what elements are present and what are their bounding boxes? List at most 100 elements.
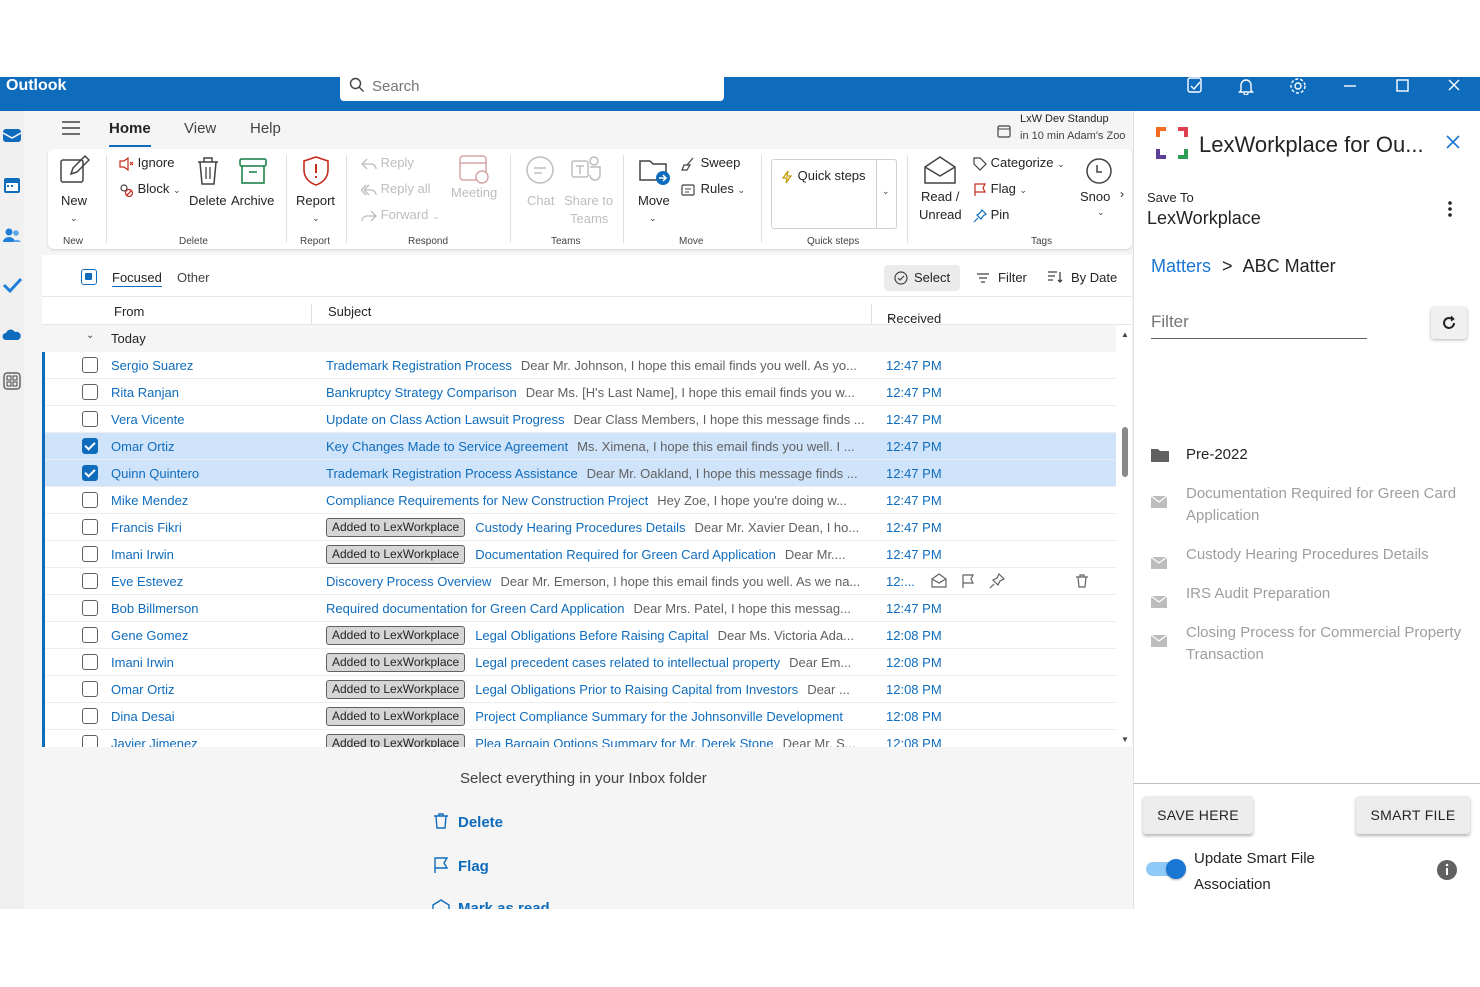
- flag-button[interactable]: Flag ⌄: [973, 181, 1027, 197]
- envelope-open-icon[interactable]: [923, 155, 957, 190]
- apps-icon[interactable]: [2, 371, 22, 391]
- chevron-down-icon[interactable]: ⌄: [1097, 207, 1105, 218]
- row-checkbox[interactable]: [82, 573, 98, 589]
- forward-button[interactable]: Forward ⌄: [361, 207, 439, 222]
- bulk-mark-read-button[interactable]: Mark as read: [432, 898, 550, 909]
- table-row[interactable]: Dina Desai Added to LexWorkplace Project C…: [42, 703, 1116, 730]
- sort-button[interactable]: By Date: [1047, 265, 1117, 291]
- trash-icon[interactable]: [194, 155, 222, 192]
- flag-icon[interactable]: [960, 573, 976, 589]
- report-button[interactable]: Report: [296, 193, 335, 208]
- row-checkbox[interactable]: [82, 735, 98, 747]
- select-all-checkbox[interactable]: [81, 269, 97, 285]
- filter-button[interactable]: Filter: [976, 265, 1027, 291]
- scroll-up-icon[interactable]: ▲: [1121, 330, 1129, 339]
- table-row[interactable]: Rita Ranjan Bankruptcy Strategy Compariso…: [42, 379, 1116, 406]
- refresh-button[interactable]: [1431, 307, 1467, 339]
- row-checkbox[interactable]: [82, 627, 98, 643]
- search-input[interactable]: [372, 77, 712, 95]
- minimize-icon[interactable]: [1340, 77, 1360, 95]
- scrollbar-thumb[interactable]: [1122, 427, 1128, 477]
- close-window-icon[interactable]: [1444, 77, 1464, 95]
- row-checkbox[interactable]: [82, 654, 98, 670]
- calendar-icon[interactable]: [2, 175, 22, 195]
- table-row[interactable]: Imani Irwin Added to LexWorkplace Document…: [42, 541, 1116, 568]
- people-icon[interactable]: [2, 225, 22, 245]
- scrollbar[interactable]: [1118, 325, 1132, 747]
- select-button[interactable]: Select: [884, 265, 961, 291]
- table-row[interactable]: Sergio Suarez Trademark Registration Proc…: [42, 352, 1116, 379]
- delete-button[interactable]: Delete: [189, 193, 227, 208]
- move-folder-icon[interactable]: [638, 155, 672, 192]
- row-checkbox[interactable]: [82, 384, 98, 400]
- trash-icon[interactable]: [1074, 573, 1090, 589]
- ribbon-scroll-right-icon[interactable]: ›: [1120, 187, 1124, 201]
- filter-input[interactable]: [1151, 309, 1361, 335]
- ignore-button[interactable]: Ignore: [118, 155, 175, 171]
- row-checkbox[interactable]: [82, 411, 98, 427]
- table-row[interactable]: Gene Gomez Added to LexWorkplace Legal Obl…: [42, 622, 1116, 649]
- menu-icon[interactable]: [62, 121, 80, 135]
- info-icon[interactable]: [1436, 859, 1458, 881]
- mail-icon[interactable]: [2, 125, 22, 145]
- tab-other[interactable]: Other: [177, 270, 210, 285]
- new-mail-button[interactable]: [58, 154, 91, 192]
- row-checkbox[interactable]: [82, 465, 98, 481]
- bulk-flag-button[interactable]: Flag: [432, 856, 489, 875]
- bulk-delete-button[interactable]: Delete: [432, 812, 503, 831]
- chat-button[interactable]: Chat: [527, 193, 554, 208]
- group-header-today[interactable]: ⌄ Today: [42, 325, 1116, 352]
- filter-field[interactable]: [1151, 309, 1367, 339]
- archive-icon[interactable]: [238, 155, 268, 192]
- table-row[interactable]: Bob Billmerson Required documentation for…: [42, 595, 1116, 622]
- column-from[interactable]: From: [114, 304, 144, 319]
- tab-home[interactable]: Home: [109, 120, 151, 137]
- new-label[interactable]: New: [61, 193, 87, 208]
- quick-steps-gallery[interactable]: Quick steps ⌄: [771, 159, 897, 229]
- teams-icon[interactable]: [570, 155, 602, 190]
- read-unread-button[interactable]: Read /: [921, 189, 959, 204]
- table-row[interactable]: Imani Irwin Added to LexWorkplace Legal pr…: [42, 649, 1116, 676]
- todo-icon[interactable]: [2, 275, 23, 295]
- mark-read-icon[interactable]: [931, 573, 947, 589]
- snooze-button[interactable]: Snoo: [1080, 189, 1110, 204]
- onedrive-icon[interactable]: [2, 325, 22, 345]
- row-checkbox[interactable]: [82, 438, 98, 454]
- table-row[interactable]: Omar Ortiz Added to LexWorkplace Legal Obl…: [42, 676, 1116, 703]
- row-checkbox[interactable]: [82, 708, 98, 724]
- smart-file-association-toggle[interactable]: [1146, 859, 1186, 879]
- table-row[interactable]: Omar Ortiz Key Changes Made to Service Ag…: [42, 433, 1116, 460]
- bell-icon[interactable]: [1236, 77, 1256, 96]
- breadcrumb-matters-link[interactable]: Matters: [1151, 256, 1211, 276]
- more-options-icon[interactable]: [1440, 199, 1460, 219]
- shield-report-icon[interactable]: [300, 155, 332, 192]
- chat-icon[interactable]: [524, 155, 556, 192]
- column-subject[interactable]: Subject: [328, 304, 371, 319]
- chevron-down-icon[interactable]: ⌄: [312, 213, 320, 224]
- chevron-down-icon[interactable]: ⌄: [649, 213, 657, 224]
- tab-view[interactable]: View: [184, 120, 216, 137]
- chevron-down-icon[interactable]: ⌄: [70, 213, 78, 224]
- table-row[interactable]: Vera Vicente Update on Class Action Lawsu…: [42, 406, 1116, 433]
- move-button[interactable]: Move: [638, 193, 670, 208]
- smart-file-button[interactable]: SMART FILE: [1356, 796, 1470, 834]
- tab-help[interactable]: Help: [250, 120, 281, 137]
- row-checkbox[interactable]: [82, 519, 98, 535]
- row-checkbox[interactable]: [82, 600, 98, 616]
- row-checkbox[interactable]: [82, 357, 98, 373]
- my-day-icon[interactable]: [1185, 77, 1205, 95]
- row-checkbox[interactable]: [82, 492, 98, 508]
- row-checkbox[interactable]: [82, 681, 98, 697]
- chevron-down-icon[interactable]: ⌄: [86, 330, 94, 341]
- gear-icon[interactable]: [1288, 77, 1308, 95]
- table-row[interactable]: Francis Fikri Added to LexWorkplace Custod…: [42, 514, 1116, 541]
- snooze-clock-icon[interactable]: [1085, 157, 1113, 190]
- share-to-teams-button[interactable]: Share to: [564, 193, 613, 208]
- block-button[interactable]: Block ⌄: [118, 181, 181, 197]
- pin-icon[interactable]: [989, 572, 1006, 589]
- categorize-button[interactable]: Categorize ⌄: [973, 155, 1065, 171]
- pin-button[interactable]: Pin: [973, 207, 1009, 223]
- maximize-icon[interactable]: [1392, 77, 1412, 95]
- table-row[interactable]: Mike Mendez Compliance Requirements for N…: [42, 487, 1116, 514]
- table-row[interactable]: Eve Estevez Discovery Process Overview Dea…: [42, 568, 1116, 595]
